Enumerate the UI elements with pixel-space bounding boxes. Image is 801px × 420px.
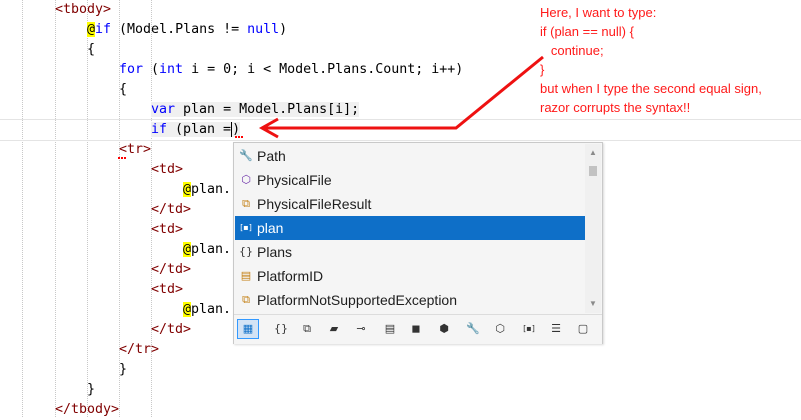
annotation-line: razor corrupts the syntax!! bbox=[540, 100, 691, 115]
annotation-line: Here, I want to type: bbox=[540, 5, 657, 20]
completion-filter-bar: ▦ {} ⧉ ▰ ⊸ ▤ ◼ ⬢ 🔧 ⬡ [▪] ☰ ▢ bbox=[234, 314, 602, 344]
local-variable-icon: [▪] bbox=[240, 223, 252, 232]
method-icon: ⬡ bbox=[241, 173, 251, 186]
completion-item-label: plan bbox=[257, 220, 284, 236]
completion-item-label: Path bbox=[257, 148, 286, 164]
class-icon: ⧉ bbox=[242, 293, 250, 306]
annotation-line: } bbox=[540, 62, 545, 77]
scroll-thumb[interactable] bbox=[589, 166, 597, 176]
delegate-filter-icon[interactable]: ◼ bbox=[405, 319, 427, 339]
completion-list[interactable]: 🔧 Path ⬡ PhysicalFile ⧉ PhysicalFileResult [▪]… bbox=[235, 144, 585, 313]
wrench-icon: 🔧 bbox=[239, 149, 253, 162]
completion-item[interactable]: ⧉ PlatformNotSupportedException bbox=[235, 288, 585, 312]
scroll-up-arrow-icon[interactable]: ▲ bbox=[585, 146, 601, 160]
extension-method-filter-icon[interactable]: 🔧 bbox=[462, 319, 484, 339]
completion-item[interactable]: 🔧 Path bbox=[235, 144, 585, 168]
structure-filter-icon[interactable]: ▰ bbox=[323, 319, 345, 339]
scroll-down-arrow-icon[interactable]: ▼ bbox=[585, 297, 601, 311]
completion-item-label: PlatformNotSupportedException bbox=[257, 292, 457, 308]
local-filter-icon[interactable]: [▪] bbox=[518, 319, 540, 339]
annotation-text: Here, I want to type: if (plan == null) {… bbox=[540, 3, 800, 117]
interface-filter-icon[interactable]: ⊸ bbox=[350, 319, 372, 339]
module-filter-icon[interactable]: ⬢ bbox=[433, 319, 455, 339]
completion-item-label: PhysicalFileResult bbox=[257, 196, 372, 212]
enum-icon: ▤ bbox=[240, 269, 252, 282]
completion-item-label: Plans bbox=[257, 244, 293, 260]
namespace-filter-icon[interactable]: {} bbox=[270, 319, 292, 339]
completion-popup[interactable]: 🔧 Path ⬡ PhysicalFile ⧉ PhysicalFileResult [▪]… bbox=[233, 142, 603, 344]
completion-item[interactable]: ⧉ PhysicalFileResult bbox=[235, 192, 585, 216]
enum-filter-icon[interactable]: ▤ bbox=[379, 319, 401, 339]
annotation-line: continue; bbox=[540, 43, 604, 58]
annotation-line: if (plan == null) { bbox=[540, 24, 634, 39]
snippet-filter-icon[interactable]: ☰ bbox=[545, 319, 567, 339]
class-icon: ⧉ bbox=[242, 197, 250, 210]
completion-item[interactable]: [▪] plan bbox=[235, 216, 585, 240]
keyword-filter-icon[interactable]: ▢ bbox=[572, 319, 594, 339]
completion-item-label: PhysicalFile bbox=[257, 172, 332, 188]
namespace-icon: {} bbox=[239, 245, 253, 258]
completion-item[interactable]: ▤ PlatformID bbox=[235, 264, 585, 288]
class-filter-icon[interactable]: ⧉ bbox=[296, 319, 318, 339]
method-filter-icon[interactable]: ⬡ bbox=[489, 319, 511, 339]
completion-item-label: PlatformID bbox=[257, 268, 324, 284]
completion-item[interactable]: ⬡ PhysicalFile bbox=[235, 168, 585, 192]
all-filter-icon[interactable]: ▦ bbox=[237, 319, 259, 339]
annotation-line: but when I type the second equal sign, bbox=[540, 81, 762, 96]
completion-item[interactable]: {} Plans bbox=[235, 240, 585, 264]
completion-scrollbar[interactable]: ▲ ▼ bbox=[585, 144, 601, 313]
